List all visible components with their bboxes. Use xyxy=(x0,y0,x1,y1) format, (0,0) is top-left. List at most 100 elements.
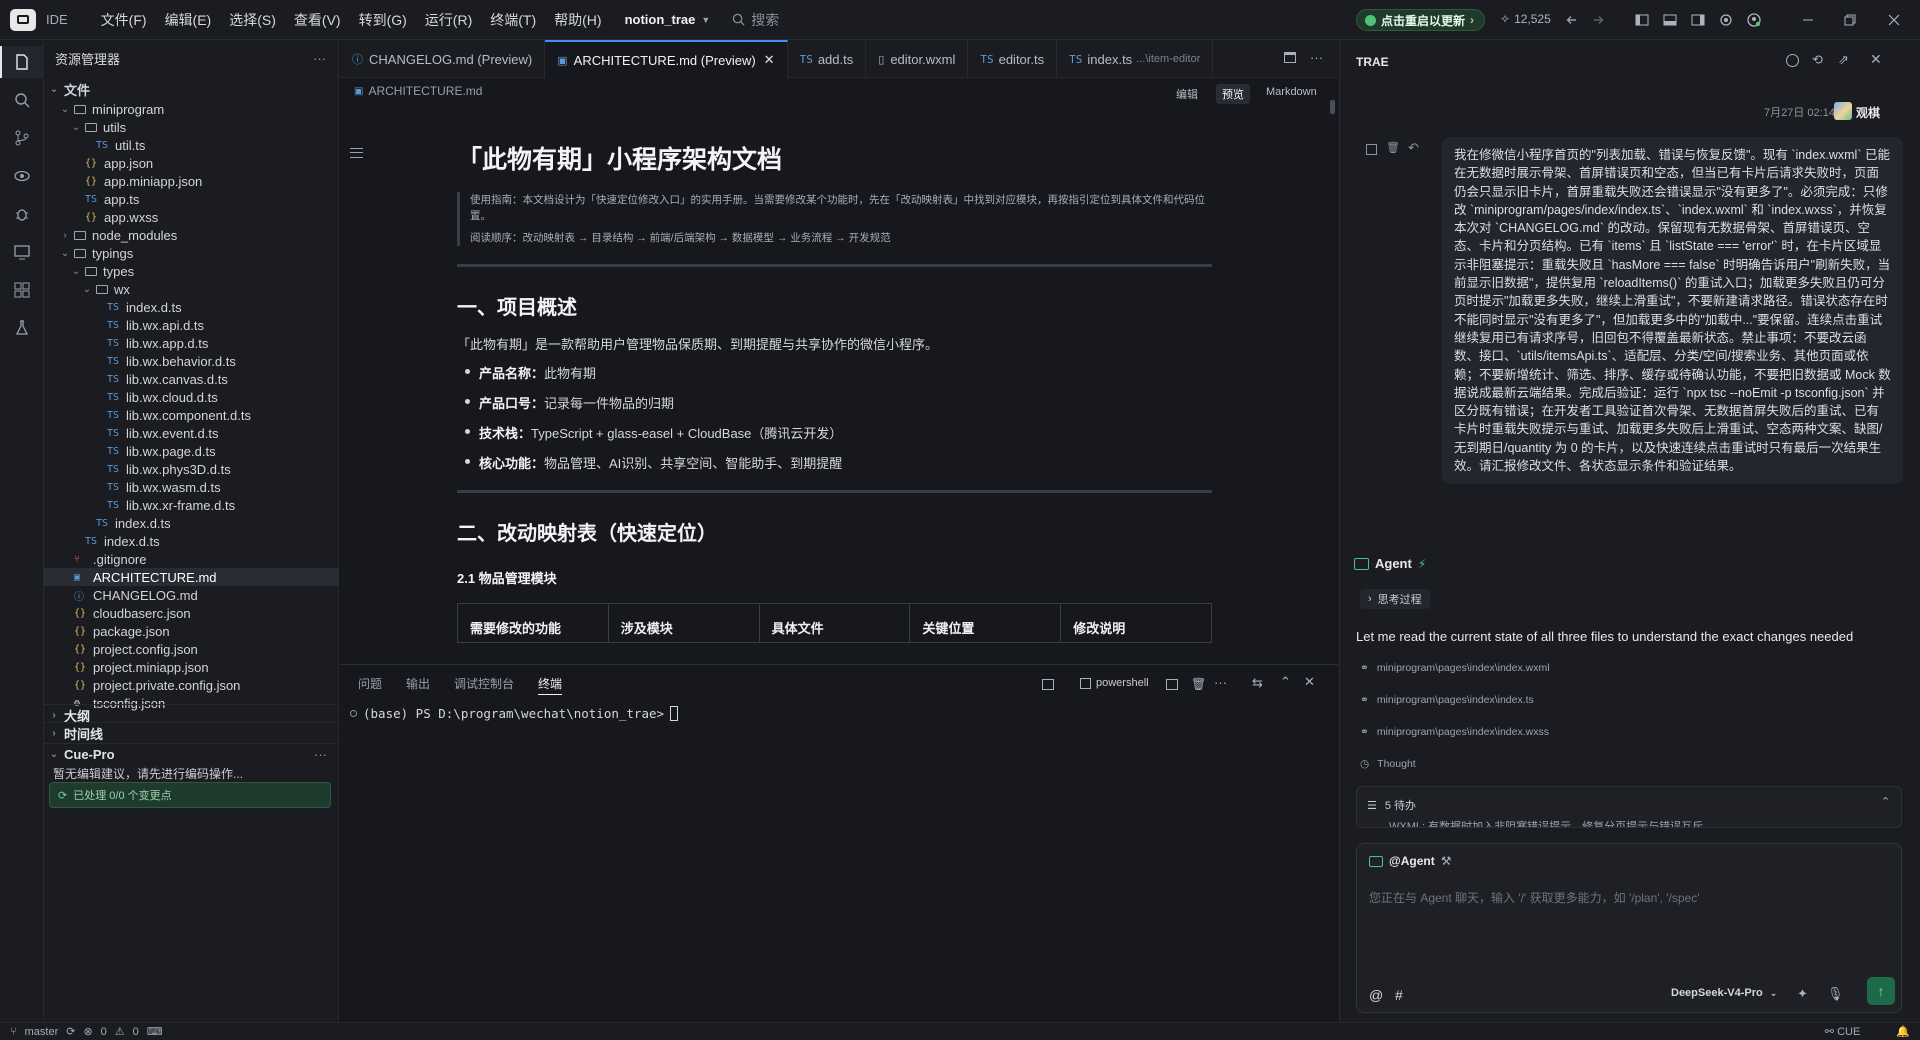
project-switcher[interactable]: notion_trae ▼ xyxy=(625,12,711,27)
editor-scrollbar[interactable] xyxy=(1330,100,1335,114)
sync-icon[interactable]: ⟳ xyxy=(66,1025,75,1038)
tab-terminal[interactable]: 终端 xyxy=(538,675,563,695)
maximize-panel-icon[interactable]: ⌃ xyxy=(1280,674,1291,690)
tree-file[interactable]: {} app.miniapp.json xyxy=(44,172,339,190)
debug-bug-icon[interactable] xyxy=(12,204,32,224)
star-count[interactable]: ✧ 12,525 xyxy=(1500,12,1551,26)
menu-select[interactable]: 选择(S) xyxy=(220,0,285,40)
tree-file[interactable]: TS lib.wx.wasm.d.ts xyxy=(44,478,339,496)
tree-file[interactable]: {} project.config.json xyxy=(44,640,339,658)
split-editor-icon[interactable] xyxy=(1284,52,1296,63)
mode-preview[interactable]: 预览 xyxy=(1216,84,1250,104)
tree-file[interactable]: TS lib.wx.xr-frame.d.ts xyxy=(44,496,339,514)
settings-gear-icon[interactable] xyxy=(1718,12,1734,28)
explorer-files-icon[interactable] xyxy=(12,52,32,72)
tree-file[interactable]: ⓘ CHANGELOG.md xyxy=(44,586,339,604)
tree-file[interactable]: {} project.miniapp.json xyxy=(44,658,339,676)
tree-file[interactable]: ▣ ARCHITECTURE.md xyxy=(44,568,339,586)
search-icon[interactable] xyxy=(12,90,32,110)
sparkle-icon[interactable]: ✦ xyxy=(1797,986,1808,1002)
tab-architecture[interactable]: ▣ ARCHITECTURE.md (Preview) ✕ xyxy=(545,40,788,78)
remote-monitor-icon[interactable] xyxy=(12,242,32,262)
more-actions-icon[interactable]: ··· xyxy=(1214,675,1227,690)
tree-file[interactable]: TS index.d.ts xyxy=(44,298,339,316)
close-panel-icon[interactable]: ✕ xyxy=(1304,674,1315,690)
tab-debug-console[interactable]: 调试控制台 xyxy=(454,675,514,695)
outline-toggle-icon[interactable] xyxy=(350,148,363,158)
chat-input-placeholder[interactable]: 您正在与 Agent 聊天，输入 '/' 获取更多能力，如 '/plan', '… xyxy=(1369,889,1699,906)
restore-icon[interactable] xyxy=(1842,12,1858,28)
send-button[interactable]: ↑ xyxy=(1867,977,1895,1005)
menu-edit[interactable]: 编辑(E) xyxy=(156,0,221,40)
menu-view[interactable]: 查看(V) xyxy=(285,0,350,40)
file-reference[interactable]: ⚭ miniprogram\pages\index\index.ts xyxy=(1360,694,1534,706)
tree-file[interactable]: TS app.ts xyxy=(44,190,339,208)
microphone-icon[interactable]: 🎙 xyxy=(1827,986,1844,1002)
menu-goto[interactable]: 转到(G) xyxy=(350,0,416,40)
todo-list[interactable]: ☰ 5 待办 ⌃ WXML: 有数据时加入非阻塞错误提示，修复分页提示与错误互斥 xyxy=(1356,786,1902,828)
sliders-icon[interactable]: ⇆ xyxy=(1252,675,1263,691)
agent-selector[interactable]: @Agent ⚒ xyxy=(1369,854,1451,868)
tree-file[interactable]: TS lib.wx.api.d.ts xyxy=(44,316,339,334)
tree-file[interactable]: TS lib.wx.canvas.d.ts xyxy=(44,370,339,388)
breadcrumb[interactable]: ▣ ARCHITECTURE.md xyxy=(354,84,482,98)
toggle-sidebar-icon[interactable] xyxy=(1634,12,1650,28)
undo-icon[interactable]: ↶ xyxy=(1408,140,1419,156)
tree-folder[interactable]: ⌄ types xyxy=(44,262,339,280)
menu-file[interactable]: 文件(F) xyxy=(92,0,156,40)
tab-output[interactable]: 输出 xyxy=(406,675,430,695)
mode-edit[interactable]: 编辑 xyxy=(1170,84,1204,104)
tab-editor-wxml[interactable]: ▯ editor.wxml xyxy=(866,40,969,78)
tree-folder[interactable]: ⌄ wx xyxy=(44,280,339,298)
tree-file[interactable]: TS lib.wx.phys3D.d.ts xyxy=(44,460,339,478)
tab-index-ts[interactable]: TS index.ts ...\item-editor xyxy=(1057,40,1214,78)
toggle-secondary-sidebar-icon[interactable] xyxy=(1690,12,1706,28)
model-selector[interactable]: DeepSeek-V4-Pro ⌄ xyxy=(1671,987,1777,999)
tree-folder[interactable]: › node_modules xyxy=(44,226,339,244)
tree-root[interactable]: ⌄ 文件 xyxy=(44,78,339,100)
testing-flask-icon[interactable] xyxy=(12,318,32,338)
menu-help[interactable]: 帮助(H) xyxy=(545,0,610,40)
more-actions-icon[interactable]: ··· xyxy=(313,51,326,66)
close-panel-icon[interactable]: ✕ xyxy=(1870,51,1882,68)
thought-indicator[interactable]: ◷ Thought xyxy=(1360,758,1416,770)
minimize-icon[interactable] xyxy=(1800,12,1816,28)
trash-icon[interactable]: 🗑 xyxy=(1191,677,1206,691)
branch-name[interactable]: master xyxy=(25,1026,59,1038)
chat-input-box[interactable]: @Agent ⚒ 您正在与 Agent 聊天，输入 '/' 获取更多能力，如 '… xyxy=(1356,843,1902,1013)
tree-file[interactable]: TS index.d.ts xyxy=(44,532,339,550)
tree-folder[interactable]: ⌄ typings xyxy=(44,244,339,262)
back-arrow-icon[interactable] xyxy=(1564,12,1580,28)
tab-problems[interactable]: 问题 xyxy=(358,675,382,695)
tree-file[interactable]: TS util.ts xyxy=(44,136,339,154)
tab-changelog[interactable]: ⓘ CHANGELOG.md (Preview) xyxy=(340,40,546,78)
preview-eye-icon[interactable] xyxy=(12,166,32,186)
cue-status[interactable]: ⚯ CUE xyxy=(1825,1025,1861,1038)
warning-count[interactable]: 0 xyxy=(133,1026,139,1038)
tree-file[interactable]: {} app.wxss xyxy=(44,208,339,226)
toggle-panel-icon[interactable] xyxy=(1662,12,1678,28)
tree-file[interactable]: {} package.json xyxy=(44,622,339,640)
menu-run[interactable]: 运行(R) xyxy=(416,0,481,40)
tree-file[interactable]: TS lib.wx.component.d.ts xyxy=(44,406,339,424)
notifications-bell-icon[interactable]: 🔔 xyxy=(1896,1025,1910,1038)
more-actions-icon[interactable]: ··· xyxy=(314,747,327,762)
tree-file[interactable]: {} app.json xyxy=(44,154,339,172)
cue-pro-changes-button[interactable]: ⟳ 已处理 0/0 个变更点 xyxy=(49,782,331,808)
forward-arrow-icon[interactable] xyxy=(1590,12,1606,28)
tree-file[interactable]: TS lib.wx.event.d.ts xyxy=(44,424,339,442)
tree-file[interactable]: ⑂ .gitignore xyxy=(44,550,339,568)
tree-folder[interactable]: ⌄ utils xyxy=(44,118,339,136)
tree-file[interactable]: {} cloudbaserc.json xyxy=(44,604,339,622)
terminal-prompt[interactable]: (base) PS D:\program\wechat\notion_trae> xyxy=(350,706,679,721)
mention-icon[interactable]: @ xyxy=(1369,987,1383,1003)
delete-icon[interactable]: 🗑 xyxy=(1386,141,1400,154)
tree-file[interactable]: {} project.private.config.json xyxy=(44,676,339,694)
collapse-icon[interactable]: ⌃ xyxy=(1881,795,1890,808)
mode-markdown[interactable]: Markdown xyxy=(1260,84,1323,100)
terminal-shell-selector[interactable]: powershell xyxy=(1080,677,1149,689)
popout-icon[interactable]: ⇗ xyxy=(1838,52,1849,68)
tab-add-ts[interactable]: TS add.ts xyxy=(788,40,867,78)
account-icon[interactable] xyxy=(1746,12,1762,28)
source-control-icon[interactable] xyxy=(12,128,32,148)
